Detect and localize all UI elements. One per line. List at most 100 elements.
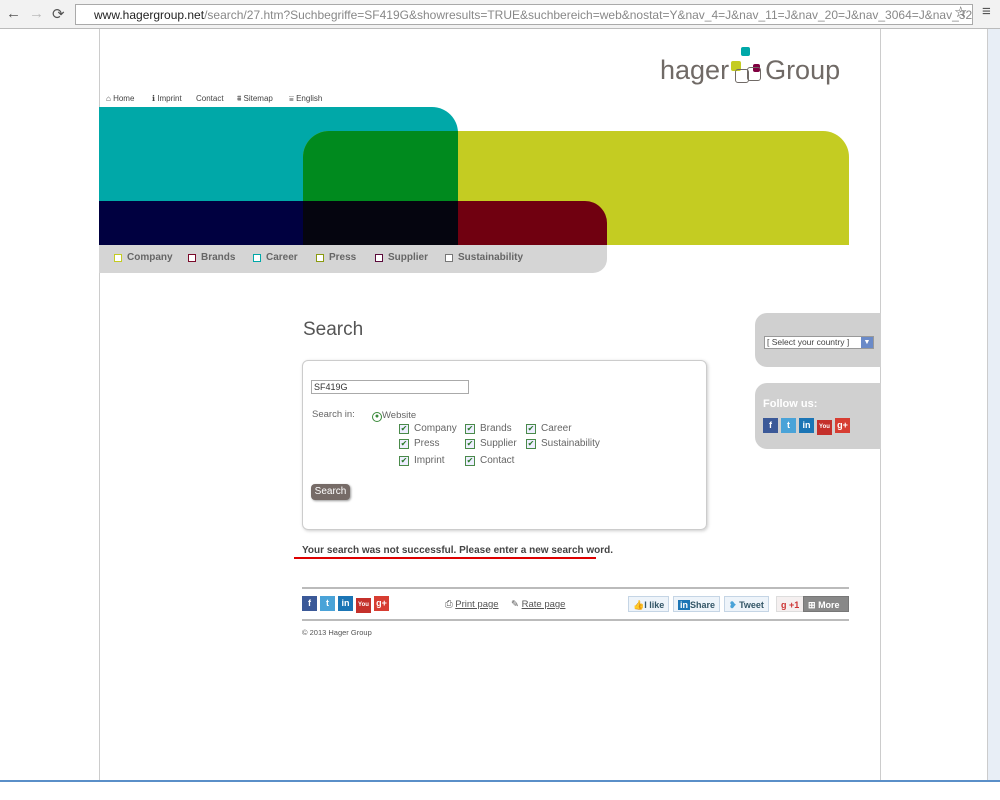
country-select[interactable]: [ Select your country ] ▼: [764, 336, 874, 349]
divider: [302, 619, 849, 621]
nav-label: Brands: [201, 252, 236, 263]
follow-label: Follow us:: [763, 398, 818, 410]
share-label: Share: [690, 600, 716, 610]
checkbox-label: Career: [541, 423, 572, 434]
checkbox-company[interactable]: ✔ Company: [399, 423, 457, 434]
googleplus-icon[interactable]: g+: [374, 596, 389, 611]
browser-toolbar: ← → ⟳ www.hagergroup.net/search/27.htm?S…: [0, 0, 1000, 29]
like-button[interactable]: 👍I like: [628, 596, 670, 612]
error-underline: [294, 557, 596, 559]
radio-selected-icon: ●: [372, 412, 382, 422]
tweet-button[interactable]: ❥ Tweet: [724, 596, 769, 612]
square-icon: [188, 253, 196, 262]
logo-text: hager: [660, 55, 730, 85]
twitter-icon[interactable]: t: [320, 596, 335, 611]
checkbox-imprint[interactable]: ✔ Imprint: [399, 455, 445, 466]
pencil-icon: ✎: [511, 599, 519, 610]
checkbox-press[interactable]: ✔ Press: [399, 438, 440, 449]
checkbox-sustainability[interactable]: ✔ Sustainability: [526, 438, 600, 449]
util-sitemap[interactable]: ⩩ Sitemap: [237, 94, 273, 104]
checkbox-label: Company: [414, 423, 457, 434]
util-home-label: Home: [113, 94, 135, 103]
thumbs-up-icon: 👍: [633, 600, 645, 610]
plusone-button[interactable]: g +1: [776, 596, 805, 612]
more-button[interactable]: ⊞ More: [803, 596, 849, 612]
back-icon[interactable]: ←: [6, 5, 21, 22]
util-sitemap-label: Sitemap: [243, 94, 273, 103]
nav-label: Press: [329, 252, 357, 263]
checkbox-label: Sustainability: [541, 438, 600, 449]
rate-label: Rate page: [521, 599, 566, 610]
checkbox-label: Brands: [480, 423, 512, 434]
tweet-label: Tweet: [739, 600, 764, 610]
forward-icon[interactable]: →: [29, 5, 44, 22]
util-english-label: English: [296, 94, 323, 103]
util-contact[interactable]: Contact: [196, 94, 224, 103]
square-icon: [114, 253, 122, 262]
error-message: Your search was not successful. Please e…: [302, 545, 614, 556]
search-button[interactable]: Search: [311, 484, 350, 500]
scrollbar[interactable]: [987, 29, 1000, 781]
checkbox-label: Supplier: [480, 438, 517, 449]
youtube-icon[interactable]: You: [817, 420, 832, 435]
nav-label: Career: [266, 252, 298, 263]
nav-sustainability[interactable]: Sustainability: [445, 252, 523, 263]
scope-label: Website: [382, 410, 417, 421]
nav-press[interactable]: Press: [316, 252, 356, 263]
check-icon: ✔: [526, 423, 536, 434]
checkbox-label: Press: [414, 438, 440, 449]
plus-icon: ⊞: [808, 600, 816, 610]
nav-label: Supplier: [388, 252, 429, 263]
nav-supplier[interactable]: Supplier: [375, 252, 428, 263]
plusone-label: +1: [789, 600, 800, 610]
youtube-icon[interactable]: You: [356, 598, 371, 613]
check-icon: ✔: [465, 455, 475, 466]
linkedin-icon[interactable]: in: [799, 418, 814, 433]
chevron-down-icon: ▼: [861, 337, 873, 348]
menu-icon[interactable]: ≡: [982, 3, 991, 20]
googleplus-icon[interactable]: g+: [835, 418, 850, 433]
logo[interactable]: hager Group: [660, 47, 840, 86]
square-icon: [375, 253, 383, 262]
util-imprint-label: Imprint: [157, 94, 182, 103]
linkedin-icon: in: [678, 600, 690, 610]
follow-panel: Follow us: f t in You g+: [755, 383, 881, 449]
checkbox-brands[interactable]: ✔ Brands: [465, 423, 512, 434]
check-icon: ✔: [465, 438, 475, 449]
print-label: Print page: [455, 599, 499, 610]
check-icon: ✔: [399, 423, 409, 434]
reload-icon[interactable]: ⟳: [52, 5, 65, 23]
url-path: /search/27.htm?Suchbegriffe=SF419G&showr…: [204, 8, 973, 22]
status-bar: [0, 780, 1000, 800]
facebook-icon[interactable]: f: [763, 418, 778, 433]
twitter-icon[interactable]: t: [781, 418, 796, 433]
checkbox-career[interactable]: ✔ Career: [526, 423, 572, 434]
rate-page-link[interactable]: ✎ Rate page: [511, 599, 565, 610]
util-english[interactable]: ⩸ English: [289, 94, 322, 104]
nav-label: Company: [127, 252, 173, 263]
nav-company[interactable]: Company: [114, 252, 173, 263]
star-icon[interactable]: ☆: [954, 3, 967, 21]
checkbox-supplier[interactable]: ✔ Supplier: [465, 438, 517, 449]
copyright: © 2013 Hager Group: [302, 628, 372, 637]
address-bar[interactable]: www.hagergroup.net/search/27.htm?Suchbeg…: [75, 4, 973, 25]
search-input[interactable]: SF419G: [311, 380, 469, 394]
print-page-link[interactable]: ⎙ Print page: [445, 599, 499, 610]
util-home[interactable]: ⌂ Home: [106, 94, 134, 103]
nav-brands[interactable]: Brands: [188, 252, 235, 263]
square-icon: [253, 253, 261, 262]
country-panel: [ Select your country ] ▼: [755, 313, 881, 367]
check-icon: ✔: [526, 438, 536, 449]
util-imprint[interactable]: ℹ Imprint: [152, 94, 182, 103]
facebook-icon[interactable]: f: [302, 596, 317, 611]
checkbox-contact[interactable]: ✔ Contact: [465, 455, 514, 466]
search-in-label: Search in:: [312, 409, 355, 420]
linkedin-icon[interactable]: in: [338, 596, 353, 611]
nav-career[interactable]: Career: [253, 252, 298, 263]
square-icon: [316, 253, 324, 262]
scope-website-radio[interactable]: ● Website: [372, 410, 416, 422]
linkedin-share-button[interactable]: in Share: [673, 596, 721, 612]
url-host: www.hagergroup.net: [94, 8, 205, 22]
page-title: Search: [303, 319, 364, 340]
print-icon: ⎙: [445, 599, 453, 610]
